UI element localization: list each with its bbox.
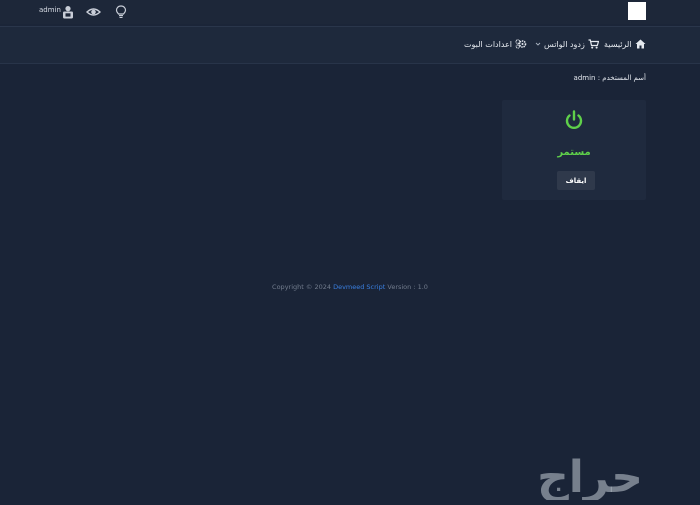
nav-home-label: الرئيسية xyxy=(604,39,632,49)
footer-copyright: Copyright © 2024 xyxy=(272,283,331,291)
haraj-watermark-logo: حراج xyxy=(537,456,643,500)
username-label[interactable]: admin xyxy=(39,6,61,14)
username-info: أسم المستخدم : admin xyxy=(574,74,646,82)
lightbulb-icon[interactable] xyxy=(115,4,129,18)
chevron-down-icon xyxy=(535,42,541,46)
nav-bots[interactable]: زدود الواتس xyxy=(535,37,599,51)
top-bar: admin xyxy=(0,0,700,24)
username-info-label: أسم المستخدم : xyxy=(597,74,646,82)
nav-settings[interactable]: اعدادات البوت xyxy=(464,37,527,51)
footer-brand-link[interactable]: Devmeed Script xyxy=(333,283,385,291)
user-badge-icon[interactable] xyxy=(61,4,75,19)
profile-square[interactable] xyxy=(628,2,646,20)
cart-icon xyxy=(588,39,599,49)
power-icon xyxy=(565,110,583,130)
bot-status-text: مستمر xyxy=(557,147,591,158)
nav-home[interactable]: الرئيسية xyxy=(604,37,646,51)
gears-icon xyxy=(515,39,527,49)
home-icon xyxy=(635,39,646,49)
nav-settings-label: اعدادات البوت xyxy=(464,39,513,49)
main-navbar: الرئيسية زدود الواتس اعدادات البوت xyxy=(0,27,700,64)
watermark-text: حراج xyxy=(537,456,643,500)
eye-icon[interactable] xyxy=(85,4,102,18)
username-info-value: admin xyxy=(573,74,596,82)
nav-bots-label: زدود الواتس xyxy=(544,39,585,49)
stop-button[interactable]: ايقاف xyxy=(557,171,595,190)
footer-version: Version : 1.0 xyxy=(387,283,428,291)
bot-status-card: مستمر ايقاف xyxy=(502,100,646,200)
footer: Copyright © 2024 Devmeed Script Version … xyxy=(0,283,700,291)
